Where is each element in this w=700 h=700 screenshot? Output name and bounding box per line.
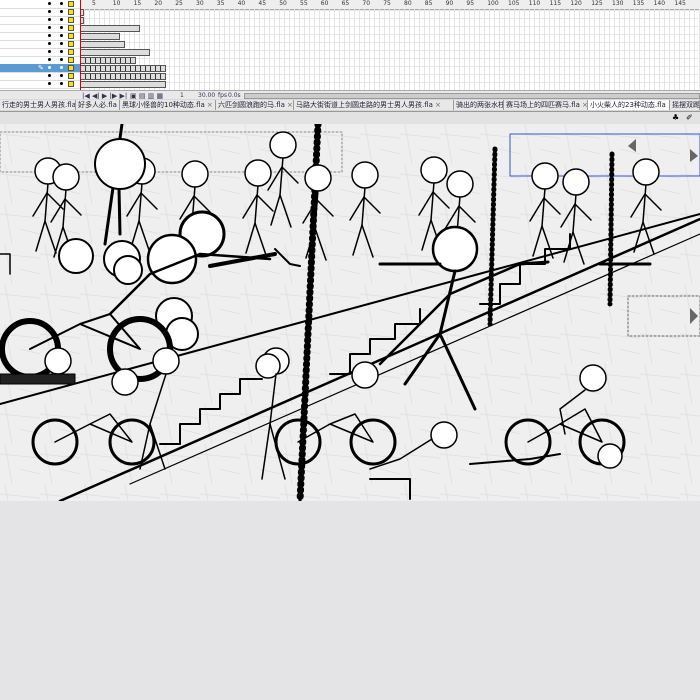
tread — [0, 373, 76, 385]
figure-head — [58, 238, 94, 274]
frame-grid[interactable] — [80, 9, 700, 90]
figure-head — [351, 161, 379, 189]
ruler-tick-label: 90 — [445, 0, 454, 7]
ruler-tick-label: 125 — [591, 0, 603, 7]
tab-label: 小火柴人的23种动态.fla — [590, 101, 666, 109]
elapsed-time: 0.0s — [228, 92, 241, 99]
figure-head — [579, 364, 607, 392]
fps-unit: fps — [218, 92, 228, 99]
figure-head — [351, 361, 379, 389]
document-tab[interactable]: 黑球小怪兽的10种动态.fla × — [120, 100, 216, 110]
figure-head — [52, 163, 80, 191]
ruler-tick-label: 140 — [653, 0, 666, 7]
tab-label: 六匹剑圆浪跑的马.fla — [218, 101, 285, 109]
ruler-tick-label: 20 — [154, 0, 163, 7]
layer-row[interactable] — [0, 80, 80, 89]
ruler-tick-label: 135 — [632, 0, 645, 7]
current-frame: 1 — [180, 92, 184, 99]
ruler-ticks — [607, 151, 615, 307]
figure-head — [44, 347, 72, 375]
playhead[interactable] — [80, 0, 81, 90]
document-tab[interactable]: 小火柴人的23种动态.fla× — [588, 100, 670, 110]
ruler-tick-label: 15 — [133, 0, 142, 7]
document-tab[interactable]: 摇摆双踢 — [670, 100, 700, 110]
ruler-tick-label: 45 — [258, 0, 267, 7]
tab-label: 骑出的两张水柱.fla — [456, 101, 503, 109]
figure-head — [531, 162, 559, 190]
document-tab[interactable]: 骑出的两张水柱.fla× — [454, 100, 504, 110]
ruler-tick-label: 130 — [612, 0, 624, 7]
figure-head — [111, 368, 139, 396]
pencil-icon: ✎ — [38, 64, 44, 72]
document-tab[interactable]: 马路大街街道上剑圆走路的男士男人男孩.fla × — [294, 100, 454, 110]
ruler-tick-label: 145 — [674, 0, 686, 7]
document-tab[interactable]: 六匹剑圆浪跑的马.fla × — [216, 100, 294, 110]
figure-head — [430, 421, 458, 449]
figure-head — [597, 443, 623, 469]
ruler-tick-label: 95 — [466, 0, 475, 7]
figure-head — [113, 255, 143, 285]
ruler-tick-label: 5 — [92, 0, 96, 7]
tab-label: 赛马场上的四匹赛马.fla — [506, 101, 580, 109]
document-tab[interactable]: 好多人必.fla× — [76, 100, 120, 110]
figure-head — [446, 170, 474, 198]
ruler-tick-label: 80 — [404, 0, 412, 7]
figure-head — [562, 168, 590, 196]
close-icon[interactable]: × — [435, 101, 441, 109]
edit-scene-icon[interactable]: ✐ — [686, 113, 693, 122]
ruler-tick-label: 60 — [320, 0, 329, 7]
figure-stroke — [518, 260, 550, 266]
figure-head — [181, 160, 209, 188]
ruler-tick-label: 120 — [570, 0, 582, 7]
edit-symbols-icon[interactable]: ♣ — [672, 113, 679, 122]
ruler-tick-label: 75 — [383, 0, 391, 7]
document-tab[interactable]: 赛马场上的四匹赛马.fla × — [504, 100, 588, 110]
ruler-tick-label: 115 — [549, 0, 562, 7]
ruler-tick-label: 110 — [528, 0, 541, 7]
figure-head — [420, 156, 448, 184]
ruler-tick-label: 25 — [175, 0, 183, 7]
ruler-tick-label: 85 — [424, 0, 433, 7]
figure-head — [152, 347, 180, 375]
layer-list: ✎ — [0, 0, 81, 90]
ruler-tick-label: 70 — [362, 0, 371, 7]
figure-head — [632, 158, 660, 186]
close-icon[interactable]: × — [582, 101, 587, 109]
tab-label: 行走的男士男人男孩.fla — [2, 101, 76, 109]
figure-head — [244, 159, 272, 187]
tab-label: 好多人必.fla — [78, 101, 117, 109]
ruler-tick-label: 50 — [279, 0, 287, 7]
close-icon[interactable]: × — [207, 101, 213, 109]
stage-drawing — [0, 124, 700, 501]
timeline-panel: ✎ 5 10 15 20 25 30 35 40 45 50 55 60 65 70 75 80 85 90 95 1… — [0, 0, 700, 100]
close-icon[interactable]: × — [287, 101, 293, 109]
figure-head — [94, 138, 146, 190]
ruler-tick-label: 35 — [216, 0, 225, 7]
document-tab[interactable]: 行走的男士男人男孩.fla× — [0, 100, 76, 110]
stage-canvas[interactable] — [0, 124, 700, 501]
figure-head — [269, 131, 297, 159]
ruler-tick-label: 10 — [112, 0, 121, 7]
figure-head — [304, 164, 332, 192]
tab-label: 摇摆双踢 — [672, 101, 700, 109]
ruler-tick-label: 30 — [196, 0, 204, 7]
document-tab-bar: 行走的男士男人男孩.fla×好多人必.fla×黑球小怪兽的10种动态.fla×六… — [0, 99, 700, 112]
fps-value: 30.00 — [198, 92, 216, 99]
ruler-tick-label: 105 — [508, 0, 520, 7]
tab-label: 马路大街街道上剑圆走路的男士男人男孩.fla — [296, 101, 433, 109]
ruler-tick-label: 65 — [341, 0, 350, 7]
tab-label: 黑球小怪兽的10种动态.fla — [122, 101, 205, 109]
ruler-tick-label: 55 — [300, 0, 308, 7]
ruler-tick-label: 100 — [487, 0, 499, 7]
ruler-tick-label: 40 — [237, 0, 246, 7]
